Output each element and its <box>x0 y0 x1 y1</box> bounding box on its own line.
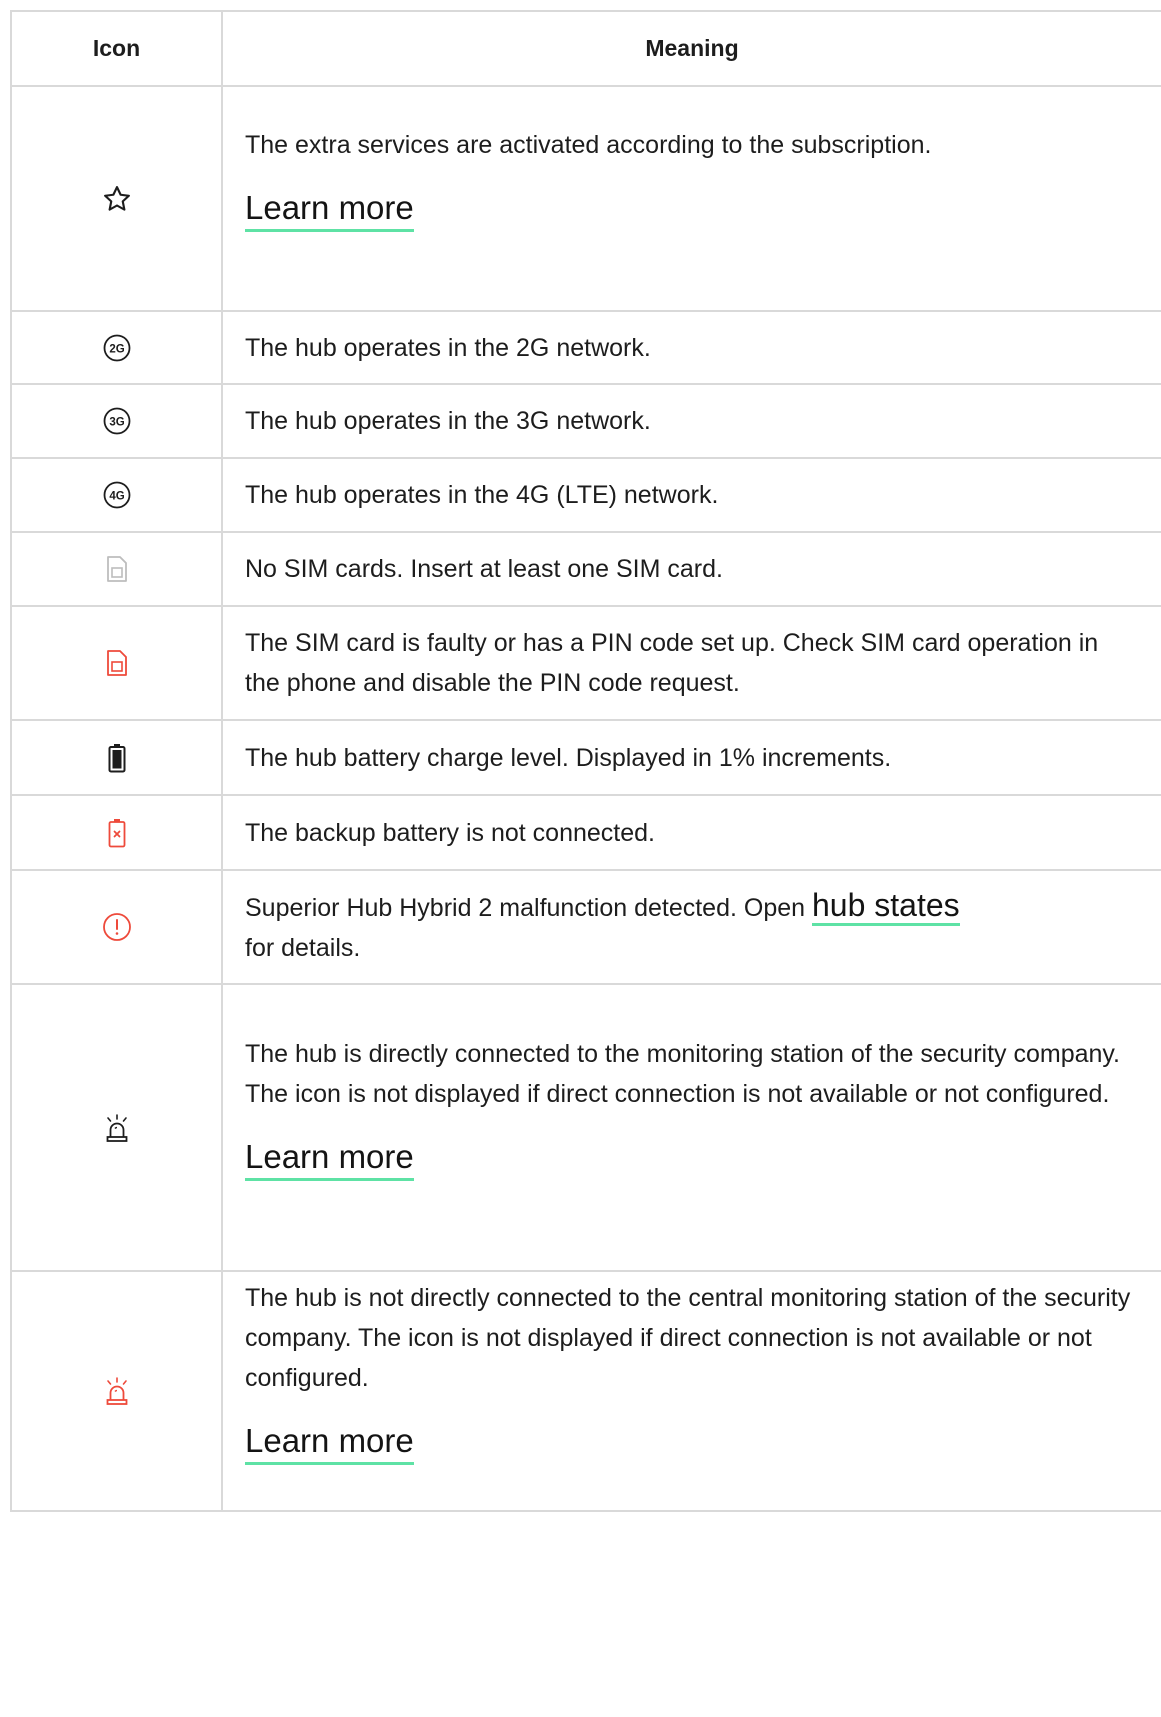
meaning-cell: Superior Hub Hybrid 2 malfunction detect… <box>221 869 1161 985</box>
icon-cell <box>10 983 223 1272</box>
network-3g-icon: 3G <box>103 407 130 435</box>
icons-table: Icon Meaning The extra services are acti… <box>10 10 1161 1512</box>
icon-cell <box>10 794 223 871</box>
meaning-cell: The SIM card is faulty or has a PIN code… <box>221 605 1161 721</box>
table-row: The hub is not directly connected to the… <box>10 1270 1161 1512</box>
row-description: The hub is not directly connected to the… <box>245 1283 1131 1392</box>
malfunction-icon <box>102 913 131 941</box>
star-icon <box>103 185 130 211</box>
learn-more-link[interactable]: Learn more <box>245 1420 414 1465</box>
table-row: The hub battery charge level. Displayed … <box>10 719 1161 796</box>
monitoring-siren-red-icon <box>106 1377 127 1405</box>
meaning-cell: The hub operates in the 2G network. <box>221 310 1161 385</box>
icon-cell <box>10 605 223 721</box>
meaning-column-header: Meaning <box>221 10 1161 87</box>
hub-states-link[interactable]: hub states <box>812 887 960 926</box>
table-row: The extra services are activated accordi… <box>10 85 1161 312</box>
meaning-cell: The hub battery charge level. Displayed … <box>221 719 1161 796</box>
table-header-row: Icon Meaning <box>10 10 1161 87</box>
network-badge-label: 3G <box>109 416 124 428</box>
table-row: No SIM cards. Insert at least one SIM ca… <box>10 531 1161 607</box>
battery-disconnected-icon <box>108 818 125 847</box>
icon-column-header: Icon <box>10 10 223 87</box>
row-description: The hub is directly connected to the mon… <box>245 1040 1120 1108</box>
row-description-end: for details. <box>245 933 361 962</box>
battery-icon <box>108 743 125 772</box>
sim-card-error-icon <box>106 650 127 676</box>
meaning-cell: No SIM cards. Insert at least one SIM ca… <box>221 531 1161 607</box>
table-row: The hub is directly connected to the mon… <box>10 983 1161 1272</box>
icon-cell <box>10 85 223 312</box>
monitoring-siren-icon <box>106 1113 127 1142</box>
row-description: The extra services are activated accordi… <box>245 131 932 159</box>
icon-cell: 4G <box>10 457 223 533</box>
icon-cell <box>10 869 223 985</box>
meaning-cell: The hub is not directly connected to the… <box>221 1270 1161 1512</box>
network-badge-label: 2G <box>109 343 124 355</box>
meaning-cell: The extra services are activated accordi… <box>221 85 1161 312</box>
icon-cell <box>10 531 223 607</box>
icon-cell <box>10 719 223 796</box>
icon-cell: 2G <box>10 310 223 385</box>
table-row: 4G The hub operates in the 4G (LTE) netw… <box>10 457 1161 533</box>
table-row: 3G The hub operates in the 3G network. <box>10 383 1161 459</box>
meaning-cell: The backup battery is not connected. <box>221 794 1161 871</box>
learn-more-link[interactable]: Learn more <box>245 187 414 232</box>
icon-cell <box>10 1270 223 1512</box>
sim-card-empty-icon <box>106 556 127 582</box>
network-2g-icon: 2G <box>103 334 130 361</box>
row-description: Superior Hub Hybrid 2 malfunction detect… <box>245 893 806 922</box>
learn-more-link[interactable]: Learn more <box>245 1136 414 1181</box>
table-row: Superior Hub Hybrid 2 malfunction detect… <box>10 869 1161 985</box>
network-4g-icon: 4G <box>103 481 130 509</box>
table-row: The SIM card is faulty or has a PIN code… <box>10 605 1161 721</box>
meaning-cell: The hub operates in the 4G (LTE) network… <box>221 457 1161 533</box>
icon-cell: 3G <box>10 383 223 459</box>
meaning-cell: The hub is directly connected to the mon… <box>221 983 1161 1272</box>
meaning-cell: The hub operates in the 3G network. <box>221 383 1161 459</box>
network-badge-label: 4G <box>109 490 124 502</box>
table-row: The backup battery is not connected. <box>10 794 1161 871</box>
table-row: 2G The hub operates in the 2G network. <box>10 310 1161 385</box>
